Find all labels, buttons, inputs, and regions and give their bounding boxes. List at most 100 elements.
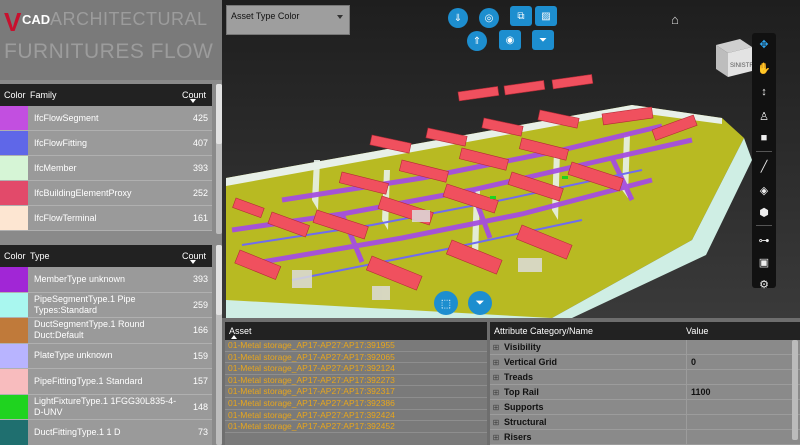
expand-icon[interactable]: ⊞ bbox=[490, 433, 502, 442]
table-row[interactable]: DuctSegmentType.1 Round Duct:Default 166 bbox=[0, 318, 212, 344]
asset-list-header[interactable]: Asset bbox=[225, 322, 487, 340]
list-item[interactable]: 01-Metal storage_AP17-AP27:AP17:392273 bbox=[225, 375, 487, 387]
table-row[interactable]: IfcMember 393 bbox=[0, 156, 212, 181]
asset-type-select[interactable]: Asset Type Color bbox=[226, 5, 350, 35]
copy-icon[interactable]: ⧉ bbox=[510, 6, 532, 26]
asset-rows: 01-Metal storage_AP17-AP27:AP17:391955 01… bbox=[225, 340, 487, 433]
expand-icon[interactable]: ⊞ bbox=[490, 388, 502, 397]
attribute-row[interactable]: ⊞ Top Rail 1100 bbox=[490, 385, 800, 400]
camera-icon[interactable]: ■ bbox=[752, 127, 776, 149]
upload-icon[interactable]: ⇑ bbox=[467, 31, 487, 51]
list-item[interactable]: 01-Metal storage_AP17-AP27:AP17:392317 bbox=[225, 386, 487, 398]
attribute-value bbox=[686, 340, 800, 354]
box-select-icon[interactable]: ⬚ bbox=[434, 291, 458, 315]
row-count: 407 bbox=[192, 138, 208, 148]
attribute-name-header[interactable]: Attribute Category/Name bbox=[490, 326, 686, 336]
tree-icon[interactable]: ⊶ bbox=[752, 229, 776, 251]
type-table-header: Color Type Count bbox=[0, 245, 212, 267]
family-rows: IfcFlowSegment 425 IfcFlowFitting 407 IfcMem… bbox=[0, 106, 212, 231]
attribute-value bbox=[686, 400, 800, 414]
row-count: 393 bbox=[192, 274, 208, 285]
type-count-header[interactable]: Count bbox=[182, 251, 212, 264]
family-name-header[interactable]: Family bbox=[30, 90, 182, 100]
attribute-row[interactable]: ⊞ Visibility bbox=[490, 340, 800, 355]
pan-icon[interactable]: ✋ bbox=[752, 57, 776, 79]
attribute-scrollbar[interactable] bbox=[792, 340, 798, 440]
target-icon[interactable]: ◎ bbox=[479, 8, 499, 28]
row-name: PlateType unknown bbox=[34, 350, 113, 361]
table-row[interactable]: IfcFlowSegment 425 bbox=[0, 106, 212, 131]
table-row[interactable]: IfcFlowFitting 407 bbox=[0, 131, 212, 156]
list-item[interactable]: 01-Metal storage_AP17-AP27:AP17:392452 bbox=[225, 421, 487, 433]
attribute-row[interactable]: ⊞ Supports bbox=[490, 400, 800, 415]
table-row[interactable]: MemberType unknown 393 bbox=[0, 267, 212, 293]
sort-desc-icon bbox=[190, 99, 196, 103]
orbit-icon[interactable]: ✥ bbox=[752, 33, 776, 55]
row-count: 252 bbox=[192, 188, 208, 198]
attribute-value bbox=[686, 415, 800, 429]
attribute-value-header[interactable]: Value bbox=[686, 326, 800, 336]
expand-icon[interactable]: ⊞ bbox=[490, 358, 502, 367]
row-count: 166 bbox=[192, 325, 208, 336]
properties-icon[interactable]: ▣ bbox=[752, 251, 776, 273]
family-count-header[interactable]: Count bbox=[182, 90, 212, 103]
family-color-header[interactable]: Color bbox=[0, 90, 30, 100]
type-table: Color Type Count MemberType unknown 393 Pi… bbox=[0, 245, 222, 445]
attribute-row[interactable]: ⊞ Vertical Grid 0 bbox=[490, 355, 800, 370]
row-count: 259 bbox=[192, 299, 208, 310]
sort-desc-icon bbox=[190, 260, 196, 264]
expand-icon[interactable]: ⊞ bbox=[490, 403, 502, 412]
chevron-down-icon bbox=[337, 15, 343, 19]
settings-icon[interactable]: ⚙ bbox=[752, 273, 776, 295]
row-name: MemberType unknown bbox=[34, 273, 126, 284]
app-logo: V CAD ARCHITECTURAL FURNITURES FLOW bbox=[0, 0, 222, 80]
type-color-header[interactable]: Color bbox=[0, 251, 30, 261]
attribute-row[interactable]: ⊞ Treads bbox=[490, 370, 800, 385]
list-item[interactable]: 01-Metal storage_AP17-AP27:AP17:392065 bbox=[225, 352, 487, 364]
walk-icon[interactable]: ♙ bbox=[752, 105, 776, 127]
table-row[interactable]: DuctFittingType.1 1 D 73 bbox=[0, 420, 212, 445]
expand-icon[interactable]: ⊞ bbox=[490, 418, 502, 427]
attribute-row[interactable]: ⊞ Structural bbox=[490, 415, 800, 430]
color-swatch bbox=[0, 292, 28, 317]
attribute-name: Supports bbox=[504, 402, 544, 412]
attribute-rows: ⊞ Visibility ⊞ Vertical Grid 0 ⊞ Treads ⊞ Top Ra… bbox=[490, 340, 800, 445]
color-swatch bbox=[0, 343, 28, 368]
expand-icon[interactable]: ⊞ bbox=[490, 343, 502, 352]
view-cube[interactable]: SINISTRA bbox=[710, 33, 758, 81]
table-row[interactable]: PipeFittingType.1 Standard 157 bbox=[0, 369, 212, 395]
attribute-row[interactable]: ⊞ Risers bbox=[490, 430, 800, 445]
attribute-header: Attribute Category/Name Value bbox=[490, 322, 800, 340]
filter-icon[interactable]: ⏷ bbox=[532, 30, 554, 50]
measure-icon[interactable]: ╱ bbox=[752, 155, 776, 177]
table-row[interactable]: LightFixtureType.1 1FGG30L835-4-D-UNV 148 bbox=[0, 394, 212, 420]
radio-icon[interactable]: ◉ bbox=[499, 30, 521, 50]
row-name: PipeFittingType.1 Standard bbox=[34, 375, 143, 386]
model-viewport[interactable]: Asset Type Color ⇓ ◎ ⧉ ▨ ⇑ ◉ ⏷ ⌂ SINISTR… bbox=[222, 0, 800, 318]
section-icon[interactable]: ◈ bbox=[752, 179, 776, 201]
table-row[interactable]: PlateType unknown 159 bbox=[0, 343, 212, 369]
home-icon[interactable]: ⌂ bbox=[671, 12, 679, 27]
color-swatch bbox=[0, 181, 28, 205]
logo-title-line2: FURNITURES FLOW bbox=[4, 40, 214, 63]
explode-icon[interactable]: ⬢ bbox=[752, 201, 776, 223]
list-item[interactable]: 01-Metal storage_AP17-AP27:AP17:392124 bbox=[225, 363, 487, 375]
logo-title-line1: ARCHITECTURAL bbox=[50, 9, 208, 29]
table-row[interactable]: PipeSegmentType.1 Pipe Types:Standard 259 bbox=[0, 292, 212, 318]
table-row[interactable]: IfcBuildingElementProxy 252 bbox=[0, 181, 212, 206]
list-item[interactable]: 01-Metal storage_AP17-AP27:AP17:392386 bbox=[225, 398, 487, 410]
list-item[interactable]: 01-Metal storage_AP17-AP27:AP17:391955 bbox=[225, 340, 487, 352]
expand-icon[interactable]: ⊞ bbox=[490, 373, 502, 382]
clear-filter-icon[interactable]: ⏷ bbox=[468, 291, 492, 315]
download-icon[interactable]: ⇓ bbox=[448, 8, 468, 28]
list-item[interactable]: 01-Metal storage_AP17-AP27:AP17:392424 bbox=[225, 410, 487, 422]
table-row[interactable]: IfcFlowTerminal 161 bbox=[0, 206, 212, 231]
row-count: 393 bbox=[192, 163, 208, 173]
zoom-icon[interactable]: ↕ bbox=[752, 81, 776, 103]
color-swatch bbox=[0, 206, 28, 230]
color-swatch bbox=[0, 267, 28, 292]
hatch-icon[interactable]: ▨ bbox=[535, 6, 557, 26]
attribute-name: Vertical Grid bbox=[504, 357, 558, 367]
type-name-header[interactable]: Type bbox=[30, 251, 182, 261]
attribute-panel: Attribute Category/Name Value ⊞ Visibilit… bbox=[490, 322, 800, 445]
